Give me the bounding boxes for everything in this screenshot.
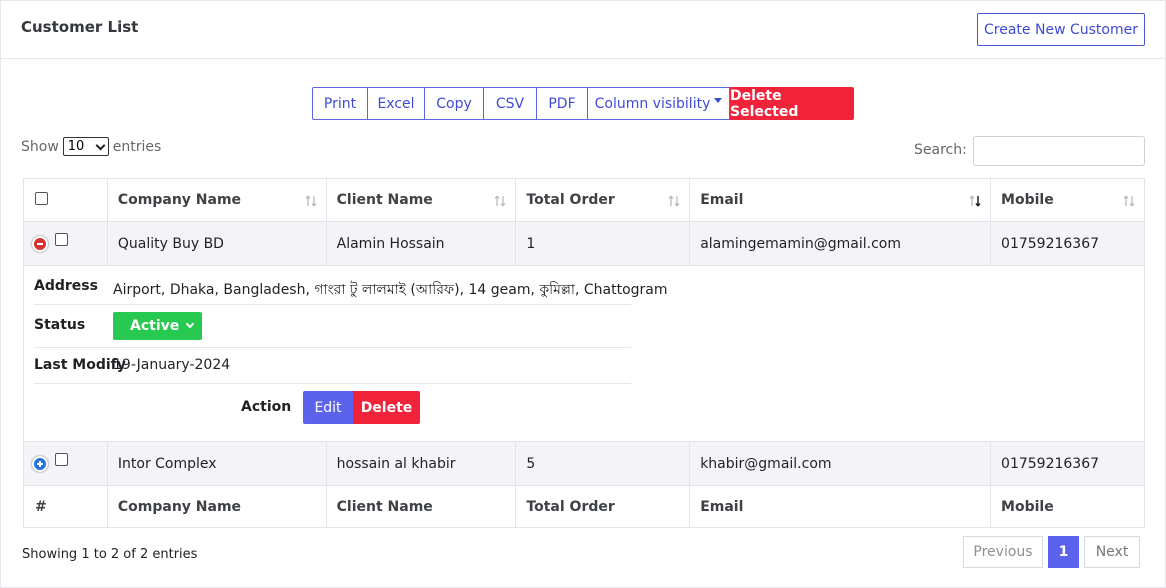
mobile-cell: 01759216367 bbox=[990, 221, 1145, 266]
select-all-cell bbox=[23, 178, 108, 222]
column-header-client[interactable]: Client Name bbox=[325, 178, 517, 222]
print-button[interactable]: Print bbox=[312, 87, 368, 120]
sort-icon bbox=[1123, 195, 1135, 207]
customer-table: Company Name Client Name Total Order Ema… bbox=[23, 178, 1145, 528]
export-toolbar: Print Excel Copy CSV PDF Column visibili… bbox=[312, 87, 854, 120]
create-new-customer-button[interactable]: Create New Customer bbox=[977, 13, 1145, 46]
footer-index-cell: # bbox=[23, 485, 108, 528]
column-label: Email bbox=[700, 192, 744, 208]
collapse-icon[interactable] bbox=[32, 236, 48, 252]
status-label: Status bbox=[34, 317, 86, 333]
entries-label: entries bbox=[112, 138, 162, 155]
column-label: Total Order bbox=[526, 192, 615, 208]
address-label: Address bbox=[34, 278, 98, 294]
email-cell: khabir@gmail.com bbox=[689, 441, 992, 486]
email-cell: alamingemamin@gmail.com bbox=[689, 221, 992, 266]
table-row: Intor Complex hossain al khabir 5 khabir… bbox=[23, 441, 1145, 486]
status-value: Active bbox=[130, 318, 180, 334]
footer-mobile: Mobile bbox=[990, 485, 1145, 528]
excel-button[interactable]: Excel bbox=[368, 87, 425, 120]
delete-button[interactable]: Delete bbox=[353, 391, 420, 424]
column-header-mobile[interactable]: Mobile bbox=[990, 178, 1145, 222]
page-button-1[interactable]: 1 bbox=[1048, 536, 1079, 568]
column-label: Mobile bbox=[1001, 192, 1054, 208]
table-row: Quality Buy BD Alamin Hossain 1 alaminge… bbox=[23, 221, 1145, 266]
row-checkbox[interactable] bbox=[55, 453, 68, 466]
select-all-checkbox[interactable] bbox=[35, 191, 48, 205]
caret-down-icon bbox=[714, 98, 723, 103]
footer-company: Company Name bbox=[106, 485, 327, 528]
footer-total-order: Total Order bbox=[515, 485, 691, 528]
table-info: Showing 1 to 2 of 2 entries bbox=[22, 547, 198, 562]
row-detail-cell: Address Airport, Dhaka, Bangladesh, গাংর… bbox=[23, 265, 1145, 442]
total-order-cell: 5 bbox=[515, 441, 691, 486]
row-control-cell bbox=[23, 441, 108, 486]
column-label: Client Name bbox=[336, 192, 433, 208]
detail-address-row: Address Airport, Dhaka, Bangladesh, গাংর… bbox=[34, 266, 668, 305]
table-footer-row: # Company Name Client Name Total Order E… bbox=[23, 485, 1145, 528]
table-header-row: Company Name Client Name Total Order Ema… bbox=[23, 178, 1145, 222]
expand-icon[interactable] bbox=[32, 456, 48, 472]
client-cell: hossain al khabir bbox=[325, 441, 517, 486]
column-header-email[interactable]: Email bbox=[689, 178, 992, 222]
sort-descending-icon bbox=[969, 195, 981, 207]
column-label: Company Name bbox=[117, 192, 242, 208]
detail-status-row: Status Active bbox=[34, 305, 631, 348]
copy-button[interactable]: Copy bbox=[425, 87, 484, 120]
card-header: Customer List Create New Customer bbox=[1, 1, 1165, 59]
pdf-button[interactable]: PDF bbox=[537, 87, 588, 120]
next-page-button[interactable]: Next bbox=[1084, 536, 1140, 568]
column-header-company[interactable]: Company Name bbox=[106, 178, 327, 222]
page-length-value: 10 bbox=[67, 139, 85, 154]
column-visibility-label: Column visibility bbox=[594, 95, 711, 112]
chevron-down-icon bbox=[185, 319, 195, 329]
row-checkbox[interactable] bbox=[55, 233, 68, 246]
search-input[interactable] bbox=[973, 136, 1145, 166]
chevron-down-icon bbox=[95, 140, 106, 151]
company-cell: Intor Complex bbox=[106, 441, 327, 486]
mobile-cell: 01759216367 bbox=[990, 441, 1145, 486]
page-title: Customer List bbox=[21, 18, 139, 36]
previous-page-button[interactable]: Previous bbox=[963, 536, 1043, 568]
status-dropdown[interactable]: Active bbox=[113, 312, 202, 340]
total-order-cell: 1 bbox=[515, 221, 691, 266]
row-detail: Address Airport, Dhaka, Bangladesh, গাংর… bbox=[23, 265, 1145, 442]
delete-selected-button[interactable]: Delete Selected bbox=[730, 87, 854, 120]
sort-icon bbox=[305, 195, 317, 207]
detail-list: Address Airport, Dhaka, Bangladesh, গাংর… bbox=[34, 266, 668, 384]
sort-icon bbox=[668, 195, 680, 207]
address-value: Airport, Dhaka, Bangladesh, গাংরা টু লাল… bbox=[113, 282, 668, 298]
column-visibility-button[interactable]: Column visibility bbox=[588, 87, 730, 120]
last-modify-value: 19-January-2024 bbox=[113, 357, 231, 373]
page-length-select[interactable]: 10 bbox=[62, 137, 109, 156]
footer-email: Email bbox=[689, 485, 992, 528]
detail-last-modify-row: Last Modify 19-January-2024 bbox=[34, 348, 631, 384]
company-cell: Quality Buy BD bbox=[106, 221, 327, 266]
column-header-total-order[interactable]: Total Order bbox=[515, 178, 691, 222]
action-label: Action bbox=[241, 399, 292, 415]
row-control-cell bbox=[23, 221, 108, 266]
pagination: Previous 1 Next bbox=[963, 536, 1140, 568]
customer-list-card: Customer List Create New Customer Print … bbox=[0, 0, 1166, 588]
sort-icon bbox=[494, 195, 506, 207]
footer-client: Client Name bbox=[325, 485, 517, 528]
search-label: Search: bbox=[914, 142, 967, 158]
page-length-control: Show 10 entries bbox=[21, 137, 161, 156]
show-label: Show bbox=[21, 138, 59, 155]
client-cell: Alamin Hossain bbox=[325, 221, 517, 266]
csv-button[interactable]: CSV bbox=[484, 87, 537, 120]
edit-button[interactable]: Edit bbox=[303, 391, 353, 424]
